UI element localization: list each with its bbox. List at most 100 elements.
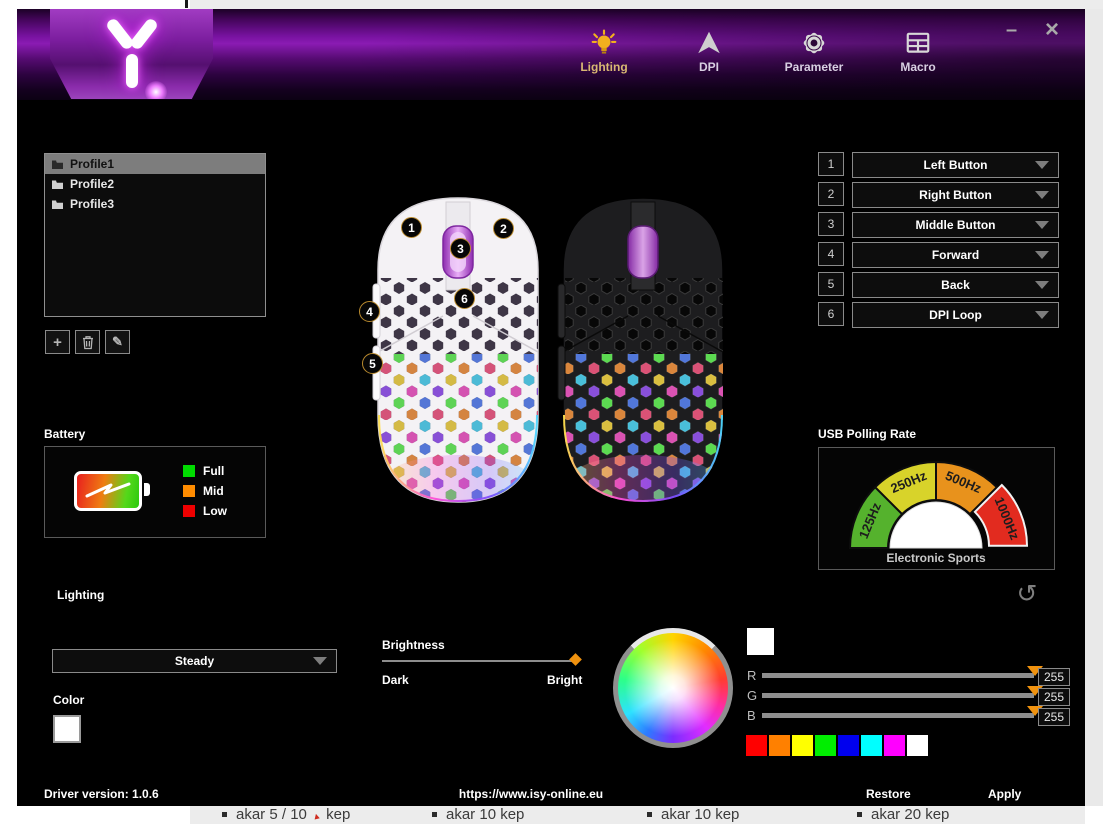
red-slider-track[interactable] <box>762 673 1034 678</box>
profile-list: Profile1 Profile2 Profile3 <box>44 153 266 317</box>
close-button[interactable]: × <box>1045 16 1059 44</box>
nav-tab-parameter[interactable]: Parameter <box>769 29 859 87</box>
edit-profile-button[interactable]: ✎ <box>105 330 130 354</box>
brightness-slider-track[interactable] <box>382 660 578 662</box>
mouse-callout-3: 3 <box>450 238 471 259</box>
chevron-down-icon <box>1035 281 1049 289</box>
nav-label: DPI <box>664 60 754 74</box>
minimize-button[interactable]: – <box>1006 19 1017 42</box>
folder-icon <box>51 179 64 190</box>
cursor-arrow-icon <box>664 29 754 57</box>
page-list-item: akar 20 kep <box>857 806 949 830</box>
profile-item-3[interactable]: Profile3 <box>45 194 265 214</box>
logo-glow <box>145 81 167 103</box>
battery-nub <box>144 483 150 496</box>
list-item-text: akar 10 kep <box>661 806 739 823</box>
blue-slider-track[interactable] <box>762 713 1034 718</box>
apply-button[interactable]: Apply <box>988 787 1021 801</box>
mid-color-swatch <box>183 485 195 497</box>
scroll-wheel <box>628 226 658 278</box>
restore-button[interactable]: Restore <box>866 787 911 801</box>
gear-icon <box>769 29 859 57</box>
lighting-mode-dropdown[interactable]: Steady <box>52 649 337 673</box>
mouse-callout-4: 4 <box>359 301 380 322</box>
polling-rate-gauge: 125Hz 250Hz 500Hz 1000Hz Electronic Spor… <box>818 447 1055 570</box>
lightbulb-icon <box>559 29 649 57</box>
red-value-field[interactable]: 255 <box>1038 668 1070 686</box>
list-item-text: akar 10 kep <box>446 806 524 823</box>
polling-rate-label: USB Polling Rate <box>818 427 916 441</box>
nav-label: Macro <box>873 60 963 74</box>
battery-legend-mid: Mid <box>183 484 224 497</box>
preset-swatch-green[interactable] <box>815 735 836 756</box>
button-number-6: 6 <box>818 302 844 326</box>
gauge-caption: Electronic Sports <box>886 551 986 565</box>
button-number-2: 2 <box>818 182 844 206</box>
folder-icon <box>51 159 64 170</box>
nav-tab-lighting[interactable]: Lighting <box>559 29 649 87</box>
nav-tab-dpi[interactable]: DPI <box>664 29 754 87</box>
preset-swatch-magenta[interactable] <box>884 735 905 756</box>
button-5-dropdown[interactable]: Back <box>852 272 1059 298</box>
button-1-dropdown[interactable]: Left Button <box>852 152 1059 178</box>
bullet-icon <box>857 812 862 817</box>
red-flag-icon: ▲ <box>311 810 322 822</box>
preset-swatch-orange[interactable] <box>769 735 790 756</box>
bullet-icon <box>647 812 652 817</box>
preset-swatch-blue[interactable] <box>838 735 859 756</box>
color-swatch[interactable] <box>53 715 81 743</box>
preset-swatch-white[interactable] <box>907 735 928 756</box>
app-window: Lighting DPI Parameter <box>17 9 1085 806</box>
trash-icon <box>81 335 95 350</box>
profile-label: Profile1 <box>70 154 114 174</box>
button-6-dropdown[interactable]: DPI Loop <box>852 302 1059 328</box>
delete-profile-button[interactable] <box>75 330 100 354</box>
battery-legend-full: Full <box>183 464 224 477</box>
nav-label: Parameter <box>769 60 859 74</box>
button-4-dropdown[interactable]: Forward <box>852 242 1059 268</box>
preset-swatch-yellow[interactable] <box>792 735 813 756</box>
pencil-icon: ✎ <box>112 334 123 350</box>
mouse-callout-6: 6 <box>454 288 475 309</box>
preset-swatch-red[interactable] <box>746 735 767 756</box>
brightness-label: Brightness <box>382 638 445 652</box>
chevron-down-icon <box>1035 311 1049 319</box>
preset-swatch-cyan[interactable] <box>861 735 882 756</box>
list-item-text: akar 5 / 10 <box>236 806 307 823</box>
add-profile-button[interactable]: + <box>45 330 70 354</box>
page-list-item: akar 10 kep <box>432 806 524 830</box>
red-channel-label: R <box>747 668 759 683</box>
battery-panel: Full Mid Low <box>44 446 266 538</box>
green-slider-track[interactable] <box>762 693 1034 698</box>
grid-table-icon <box>873 29 963 57</box>
chevron-down-icon <box>1035 251 1049 259</box>
brightness-slider-handle[interactable] <box>569 653 582 666</box>
nav-tab-macro[interactable]: Macro <box>873 29 963 87</box>
website-link[interactable]: https://www.isy-online.eu <box>391 787 671 801</box>
profile-item-2[interactable]: Profile2 <box>45 174 265 194</box>
bullet-icon <box>432 812 437 817</box>
color-wheel[interactable] <box>613 628 733 748</box>
profile-item-1[interactable]: Profile1 <box>45 154 265 174</box>
blue-value-field[interactable]: 255 <box>1038 708 1070 726</box>
chevron-down-icon <box>1035 161 1049 169</box>
button-number-3: 3 <box>818 212 844 236</box>
battery-section-label: Battery <box>44 427 85 441</box>
button-3-dropdown[interactable]: Middle Button <box>852 212 1059 238</box>
page-list-item: akar 10 kep <box>647 806 739 830</box>
mouse-callout-2: 2 <box>493 218 514 239</box>
page-list-item: akar 5 / 10 ▲ kep <box>222 806 350 830</box>
reset-arrow-icon[interactable]: ↺ <box>1012 579 1042 609</box>
battery-icon <box>74 471 142 511</box>
profile-label: Profile3 <box>70 194 114 214</box>
brightness-max-label: Bright <box>547 673 582 687</box>
button-2-dropdown[interactable]: Right Button <box>852 182 1059 208</box>
button-number-5: 5 <box>818 272 844 296</box>
low-color-swatch <box>183 505 195 517</box>
blue-channel-label: B <box>747 708 759 723</box>
side-button-forward <box>558 284 565 338</box>
chevron-down-icon <box>1035 221 1049 229</box>
mouse-callout-1: 1 <box>401 217 422 238</box>
bullet-icon <box>222 812 227 817</box>
green-value-field[interactable]: 255 <box>1038 688 1070 706</box>
